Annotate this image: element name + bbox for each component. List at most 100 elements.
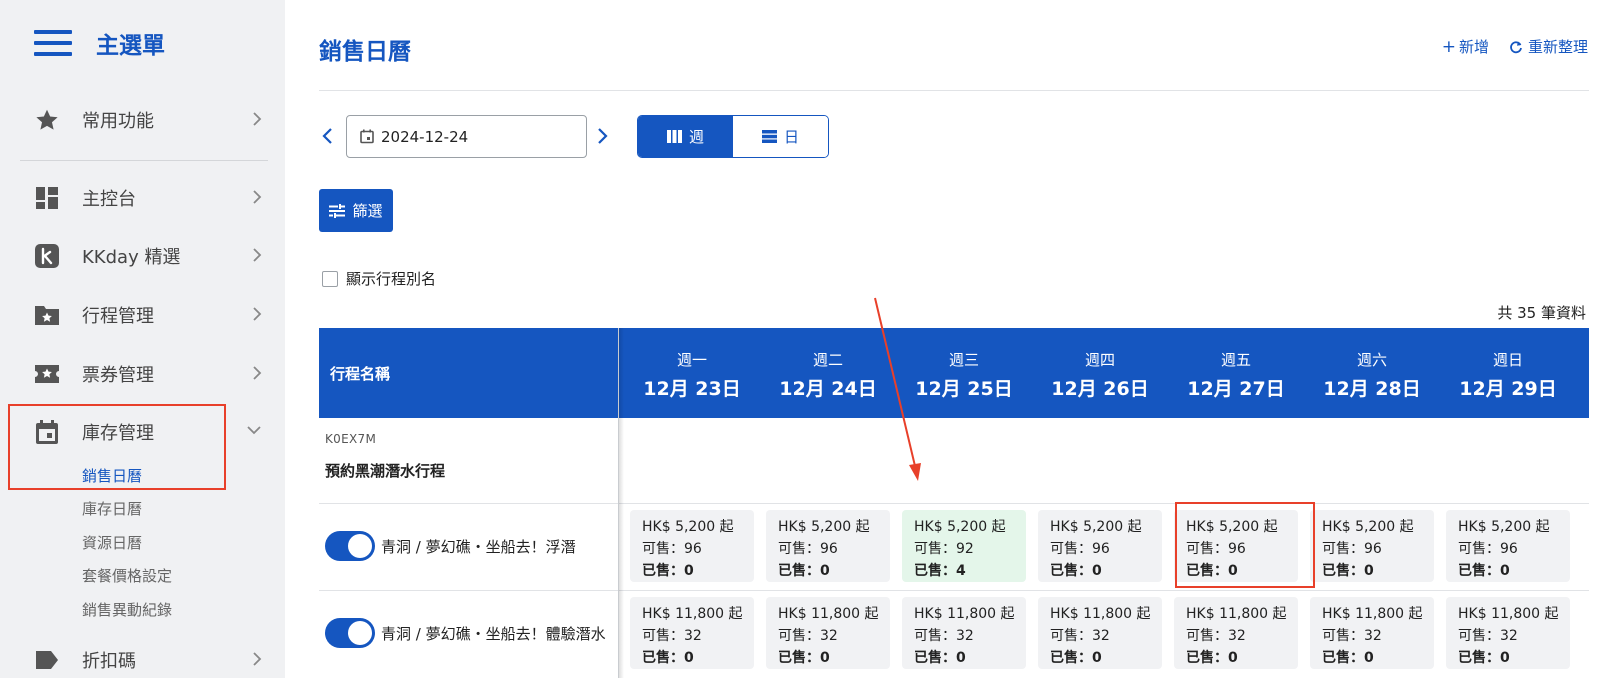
prev-week-button[interactable] [320, 126, 336, 146]
cell-available: 可售：32 [1458, 628, 1518, 644]
cell-available: 可售：32 [914, 628, 974, 644]
calendar-cell[interactable]: HK$ 11,800 起可售：32 已售：0 [630, 597, 754, 669]
calendar-cell[interactable]: HK$ 11,800 起可售：32 已售：0 [1174, 597, 1298, 669]
calendar-cell[interactable]: HK$ 11,800 起可售：32 已售：0 [1446, 597, 1570, 669]
cell-sold: 已售：0 [1186, 650, 1238, 666]
result-count: 共 35 筆資料 [1497, 304, 1586, 322]
cell-available: 可售：96 [778, 541, 838, 557]
annotation-highlight-box [1175, 502, 1315, 588]
calendar-cell[interactable]: HK$ 5,200 起可售：96 已售：0 [1446, 510, 1570, 582]
package-name: 青洞 / 夢幻礁・坐船去！體驗潛水 [381, 624, 606, 643]
chevron-right-icon [253, 248, 262, 262]
sidebar-item-label: 主控台 [82, 189, 136, 210]
sidebar-item-label: 行程管理 [82, 306, 154, 327]
calendar-cell[interactable]: HK$ 11,800 起可售：32 已售：0 [1038, 597, 1162, 669]
calendar-cell-highlighted[interactable]: HK$ 5,200 起可售：92 已售：4 [902, 510, 1026, 582]
date-label: 12月 28日 [1323, 378, 1421, 400]
sidebar-item-kkday-picks[interactable]: KKday 精選 [34, 238, 266, 274]
submenu-sales-change-log[interactable]: 銷售異動紀錄 [82, 599, 172, 620]
week-view-button[interactable]: 週 [638, 116, 733, 157]
add-button-label: 新增 [1458, 38, 1489, 56]
header-divider [319, 90, 1589, 91]
chevron-right-icon [253, 652, 262, 666]
kkday-logo-icon [34, 243, 60, 269]
day-view-icon [761, 130, 777, 143]
calendar-cell[interactable]: HK$ 11,800 起可售：32 已售：0 [766, 597, 890, 669]
weekday-label: 週六 [1356, 351, 1387, 369]
submenu-package-pricing[interactable]: 套餐價格設定 [82, 565, 172, 586]
cell-sold: 已售：0 [1322, 563, 1374, 579]
cell-price: HK$ 5,200 起 [914, 519, 1006, 535]
calendar-cell[interactable]: HK$ 11,800 起可售：32 已售：0 [1310, 597, 1434, 669]
cell-available: 可售：32 [1322, 628, 1382, 644]
hamburger-menu-icon[interactable] [34, 30, 72, 56]
column-header-day: 週四 12月 26日 [1032, 349, 1168, 401]
view-toggle: 週 日 [637, 115, 829, 158]
sidebar-item-dashboard[interactable]: 主控台 [34, 180, 266, 216]
calendar-cell[interactable]: HK$ 5,200 起可售：96 已售：0 [766, 510, 890, 582]
cell-available: 可售：32 [642, 628, 702, 644]
date-label: 12月 24日 [779, 378, 877, 400]
sidebar-item-label: KKday 精選 [82, 247, 181, 268]
column-header-tour-name: 行程名稱 [330, 365, 391, 383]
cell-available: 可售：32 [778, 628, 838, 644]
day-view-label: 日 [783, 128, 799, 146]
cell-price: HK$ 11,800 起 [1050, 606, 1151, 622]
submenu-resource-calendar[interactable]: 資源日曆 [82, 532, 142, 553]
weekday-label: 週一 [676, 351, 707, 369]
package-enabled-toggle[interactable] [325, 531, 375, 561]
sidebar-item-discount-code[interactable]: 折扣碼 [34, 642, 266, 678]
sidebar-item-favorites[interactable]: 常用功能 [34, 102, 266, 138]
sidebar-item-ticket-management[interactable]: 票券管理 [34, 356, 266, 392]
chevron-right-icon [253, 366, 262, 380]
next-week-button[interactable] [594, 126, 610, 146]
show-alias-label: 顯示行程別名 [346, 270, 437, 288]
filter-button[interactable]: 篩選 [319, 189, 393, 232]
weekday-label: 週日 [1492, 351, 1523, 369]
frozen-column-shadow [619, 328, 624, 678]
day-view-button[interactable]: 日 [733, 116, 828, 157]
date-picker-input[interactable]: 2024-12-24 [346, 115, 587, 158]
week-view-icon [666, 130, 682, 143]
page-title: 銷售日曆 [319, 39, 411, 65]
cell-price: HK$ 11,800 起 [914, 606, 1015, 622]
sidebar-item-tour-management[interactable]: 行程管理 [34, 297, 266, 333]
refresh-button[interactable]: 重新整理 [1509, 36, 1588, 57]
cell-available: 可售：96 [1050, 541, 1110, 557]
cell-sold: 已售：0 [1050, 650, 1102, 666]
show-alias-checkbox[interactable] [322, 270, 338, 287]
date-label: 12月 26日 [1051, 378, 1149, 400]
cell-price: HK$ 11,800 起 [1322, 606, 1423, 622]
cell-price: HK$ 5,200 起 [1050, 519, 1142, 535]
calendar-cell[interactable]: HK$ 5,200 起可售：96 已售：0 [1310, 510, 1434, 582]
calendar-cell[interactable]: HK$ 5,200 起可售：96 已售：0 [630, 510, 754, 582]
dashboard-icon [34, 185, 60, 211]
show-alias-checkbox-row[interactable]: 顯示行程別名 [322, 268, 436, 289]
package-enabled-toggle[interactable] [325, 618, 375, 648]
package-row: 青洞 / 夢幻礁・坐船去！體驗潛水 [325, 617, 606, 649]
add-button[interactable]: + 新增 [1442, 36, 1489, 57]
calendar-icon [360, 129, 374, 144]
cell-available: 可售：92 [914, 541, 974, 557]
date-label: 12月 23日 [643, 378, 741, 400]
sidebar-item-label: 折扣碼 [82, 651, 136, 672]
calendar-cell[interactable]: HK$ 11,800 起可售：32 已售：0 [902, 597, 1026, 669]
cell-sold: 已售：0 [1458, 650, 1510, 666]
submenu-inventory-calendar[interactable]: 庫存日曆 [82, 498, 142, 519]
sidebar: 主選單 常用功能 主控台 KKday 精選 行程管理 票券管理 庫存管理 銷售日… [0, 0, 285, 678]
date-label: 12月 25日 [915, 378, 1013, 400]
row-divider [319, 590, 1589, 591]
chevron-right-icon [253, 190, 262, 204]
plus-icon: + [1441, 36, 1456, 57]
weekday-label: 週四 [1084, 351, 1115, 369]
refresh-icon [1510, 40, 1522, 53]
cell-price: HK$ 11,800 起 [778, 606, 879, 622]
calendar-cell[interactable]: HK$ 5,200 起可售：96 已售：0 [1038, 510, 1162, 582]
sidebar-header: 主選單 [34, 26, 165, 60]
date-value: 2024-12-24 [381, 127, 469, 146]
sidebar-divider [20, 160, 268, 161]
chevron-right-icon [253, 307, 262, 321]
main-content: 銷售日曆 + 新增 重新整理 2024-12-24 週 日 篩選 顯示行程別名 … [285, 0, 1600, 678]
package-name: 青洞 / 夢幻礁・坐船去！浮潛 [381, 537, 576, 556]
cell-available: 可售：32 [1186, 628, 1246, 644]
